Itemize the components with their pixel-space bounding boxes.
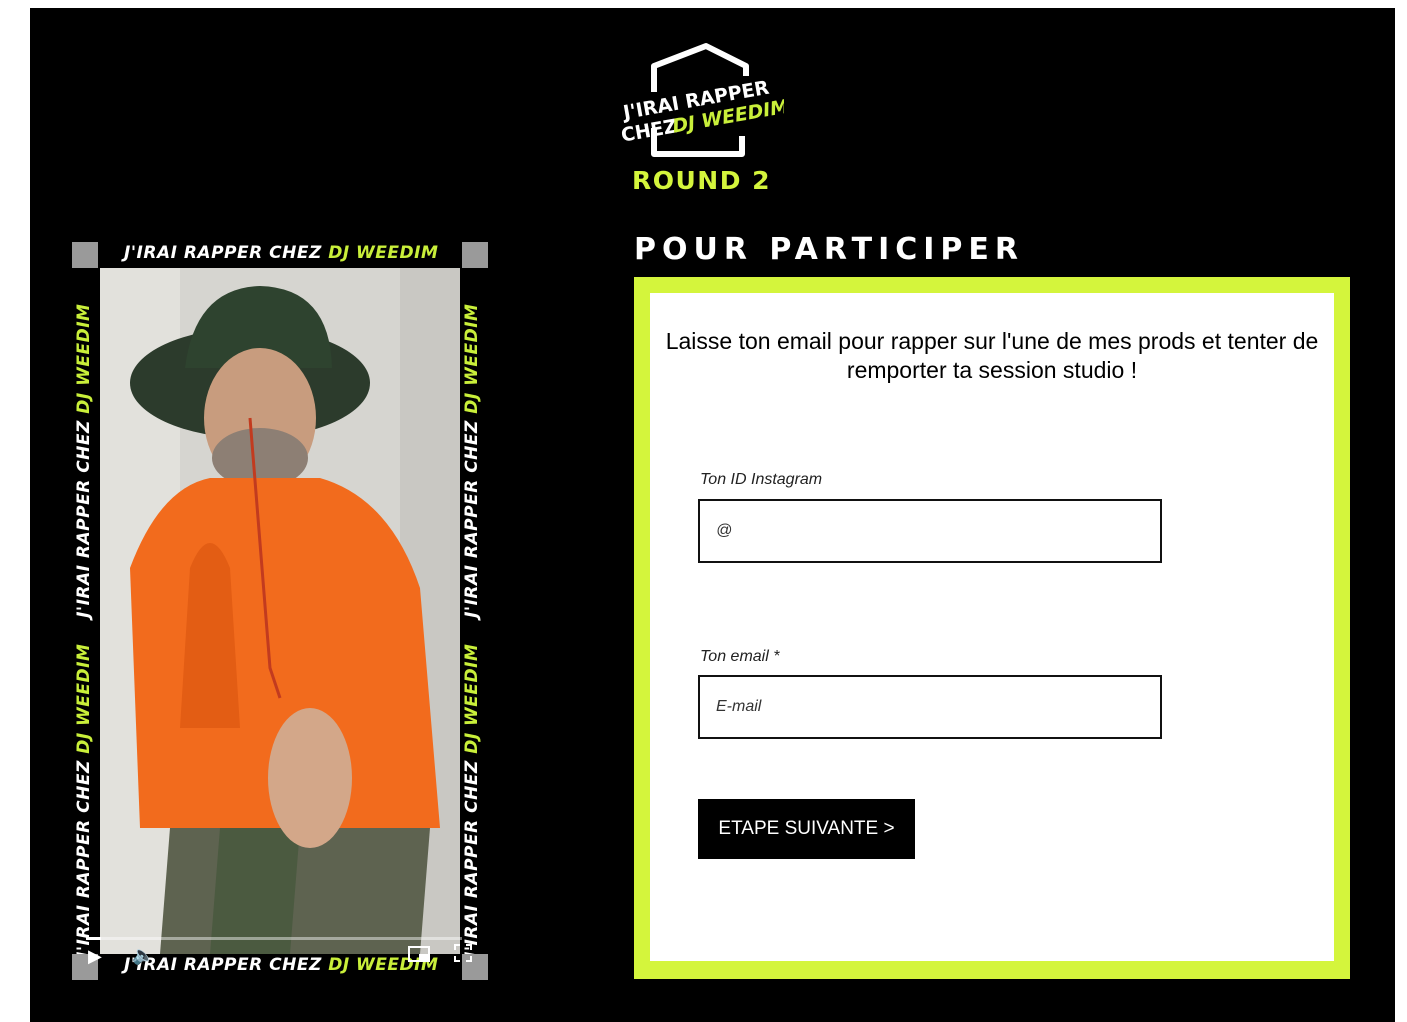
video-band-highlight: DJ WEEDIM bbox=[462, 643, 482, 754]
instagram-input[interactable] bbox=[698, 499, 1162, 563]
video-band-left: J'IRAI RAPPER CHEZ DJ WEEDIM J'IRAI RAPP… bbox=[72, 268, 100, 958]
video-band-text: J'IRAI RAPPER CHEZ bbox=[74, 760, 94, 958]
video-frame-image bbox=[100, 268, 460, 954]
video-band-top: J'IRAI RAPPER CHEZ DJ WEEDIM bbox=[98, 242, 462, 268]
signup-form-card: Laisse ton email pour rapper sur l'une d… bbox=[634, 277, 1350, 979]
video-band-text: J'IRAI RAPPER CHEZ bbox=[124, 243, 322, 263]
form-intro-text: Laisse ton email pour rapper sur l'une d… bbox=[665, 328, 1319, 383]
picture-in-picture-icon[interactable] bbox=[408, 946, 430, 969]
video-band-highlight: DJ WEEDIM bbox=[462, 303, 482, 414]
next-step-button[interactable]: ETAPE SUIVANTE > bbox=[698, 799, 915, 859]
page-background: J'IRAI RAPPER CHEZ DJ WEEDIM ROUND 2 POU… bbox=[30, 8, 1395, 1022]
volume-icon[interactable]: 🔈 bbox=[132, 945, 154, 966]
video-band-text: J'IRAI RAPPER CHEZ bbox=[462, 760, 482, 958]
frame-corner bbox=[462, 242, 488, 268]
frame-corner bbox=[72, 242, 98, 268]
video-controls: ▶ 🔈 bbox=[72, 932, 488, 980]
video-band-text: J'IRAI RAPPER CHEZ bbox=[462, 420, 482, 618]
fullscreen-icon[interactable] bbox=[454, 944, 472, 967]
video-progress-fill bbox=[86, 937, 102, 940]
play-icon[interactable]: ▶ bbox=[88, 946, 102, 967]
video-player[interactable]: J'IRAI RAPPER CHEZ DJ WEEDIM J'IRAI RAPP… bbox=[72, 242, 488, 980]
video-band-highlight: DJ WEEDIM bbox=[74, 303, 94, 414]
video-band-highlight: DJ WEEDIM bbox=[74, 643, 94, 754]
video-progress-bar[interactable] bbox=[86, 937, 462, 940]
round-label: ROUND 2 bbox=[632, 166, 772, 195]
email-label: Ton email * bbox=[700, 648, 780, 665]
instagram-label: Ton ID Instagram bbox=[700, 471, 823, 488]
video-band-text: J'IRAI RAPPER CHEZ bbox=[74, 420, 94, 618]
email-input[interactable] bbox=[698, 675, 1162, 739]
video-band-right: J'IRAI RAPPER CHEZ DJ WEEDIM J'IRAI RAPP… bbox=[460, 268, 488, 958]
video-band-highlight: DJ WEEDIM bbox=[328, 243, 439, 263]
brand-logo: J'IRAI RAPPER CHEZ DJ WEEDIM bbox=[614, 42, 791, 162]
section-title: POUR PARTICIPER bbox=[634, 232, 1024, 267]
signup-form: Laisse ton email pour rapper sur l'une d… bbox=[650, 293, 1334, 961]
